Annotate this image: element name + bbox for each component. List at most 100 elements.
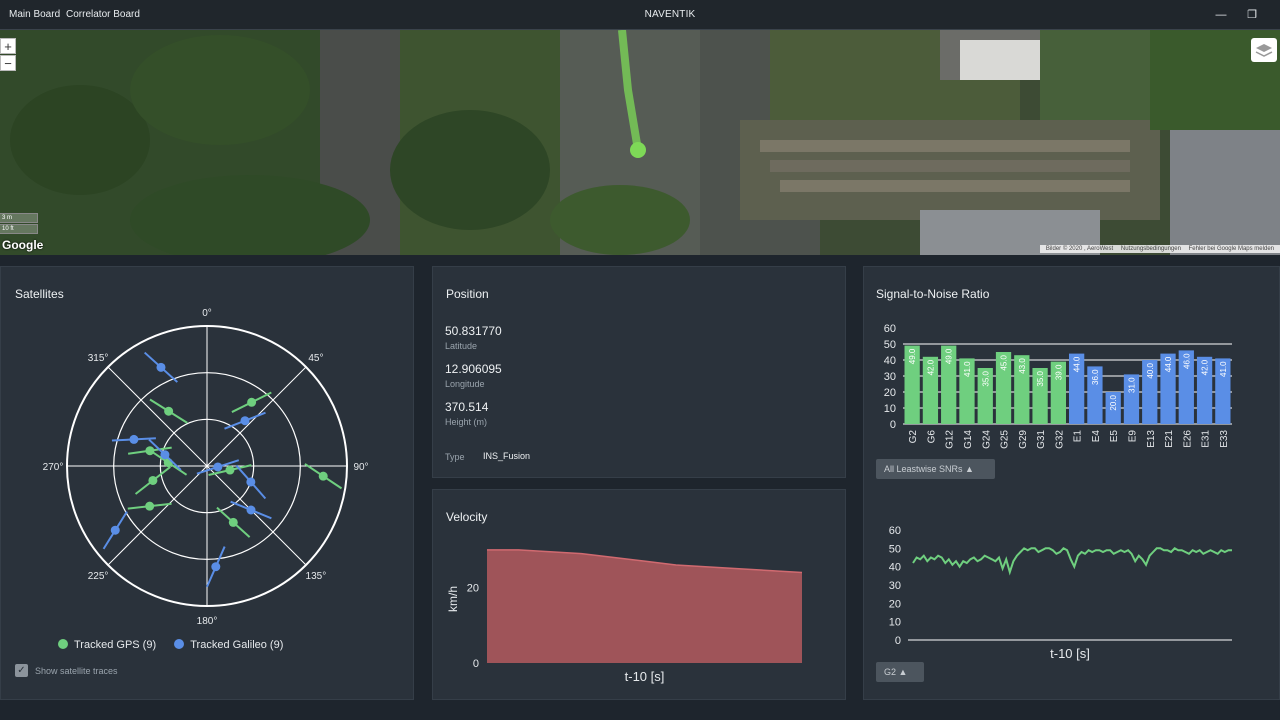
latitude-label: Latitude [445, 341, 478, 351]
snr-category-label: E31 [1201, 430, 1212, 448]
satellite-select-dropdown[interactable]: G2 ▲ [876, 662, 924, 682]
polar-angle-label: 270° [43, 462, 64, 473]
snr-bar-value-label: 20.0 [1109, 394, 1118, 410]
snr-category-label: G6 [926, 430, 937, 444]
velocity-ytick: 20 [467, 583, 479, 595]
polar-chart: 0° 45° 90° 135° 180° 225° 270° 315° [43, 308, 369, 627]
caret-up-icon: ▲ [965, 464, 974, 474]
attribution-terms-link[interactable]: Nutzungsbedingungen [1121, 246, 1181, 252]
galileo-legend-dot [174, 639, 185, 649]
snr-bar-value-label: 46.0 [1182, 353, 1191, 369]
snr-category-label: G2 [908, 430, 919, 444]
zoom-out-button[interactable]: − [0, 55, 16, 71]
snr-category-label: E5 [1109, 430, 1120, 443]
gps-satellite-point [145, 501, 155, 511]
map-view[interactable]: + − 3 m 10 ft Google Bilder © 2020 , Aer… [0, 30, 1280, 255]
attribution-report-link[interactable]: Fehler bei Google Maps melden [1189, 246, 1274, 252]
snr-bar-value-label: 35.0 [1036, 370, 1045, 386]
snr-line-xlabel: t-10 [s] [1050, 646, 1090, 661]
galileo-satellite-point [156, 362, 166, 372]
velocity-ylabel: km/h [446, 586, 460, 612]
galileo-satellite-point [129, 434, 139, 444]
snr-ytick: 60 [884, 323, 896, 335]
snr-bar-value-label: 44.0 [1164, 356, 1173, 372]
snr-category-label: G29 [1018, 430, 1029, 449]
snr-ytick: 50 [884, 339, 896, 351]
galileo-satellite-point [110, 525, 120, 535]
gps-satellite-point [163, 458, 173, 468]
snr-category-label: E1 [1073, 430, 1084, 443]
layers-icon[interactable] [1251, 38, 1277, 62]
snr-category-label: G24 [981, 430, 992, 449]
polar-angle-label: 90° [353, 462, 368, 473]
show-traces-label: Show satellite traces [35, 666, 118, 676]
snr-line-ytick: 60 [889, 525, 901, 537]
longitude-label: Longitude [445, 379, 485, 389]
snr-category-label: E21 [1164, 430, 1175, 448]
polar-angle-label: 180° [197, 616, 218, 627]
snr-bar-value-label: 42.0 [926, 359, 935, 375]
snr-bar-value-label: 40.0 [1146, 362, 1155, 378]
snr-category-label: E13 [1146, 430, 1157, 448]
gps-satellite-point [148, 475, 158, 485]
app-title: NAVENTIK [644, 9, 696, 20]
polar-angle-label: 225° [88, 571, 109, 582]
snr-ytick: 40 [884, 355, 896, 367]
scale-feet: 10 ft [0, 224, 38, 234]
polar-angle-label: 315° [88, 353, 109, 364]
position-panel: Position 50.831770 Latitude 12.906095 Lo… [432, 266, 846, 478]
gps-satellite-point [164, 406, 174, 416]
snr-bar-value-label: 31.0 [1127, 377, 1136, 393]
galileo-satellite-point [246, 477, 256, 487]
snr-filter-dropdown[interactable]: All Leastwise SNRs ▲ [876, 459, 995, 479]
snr-bar-value-label: 41.0 [1219, 361, 1228, 377]
snr-bar-value-label: 44.0 [1073, 356, 1082, 372]
gps-satellite-point [318, 471, 328, 481]
snr-ytick: 10 [884, 403, 896, 415]
show-traces-checkbox[interactable]: ✓ [15, 664, 28, 677]
galileo-satellite-point [211, 562, 221, 572]
longitude-value: 12.906095 [445, 362, 502, 376]
snr-category-label: E4 [1091, 430, 1102, 443]
caret-up-icon: ▲ [898, 667, 908, 677]
snr-bar-value-label: 43.0 [1018, 358, 1027, 374]
current-position-marker [630, 142, 646, 158]
title-bar: Main Board Correlator Board NAVENTIK — ❐ [0, 0, 1280, 30]
snr-line-ytick: 30 [889, 580, 901, 592]
minimize-icon[interactable]: — [1214, 8, 1228, 22]
position-title: Position [446, 287, 489, 301]
snr-category-label: E33 [1219, 430, 1230, 448]
height-label: Height (m) [445, 417, 488, 427]
snr-bar-value-label: 49.0 [908, 348, 917, 364]
restore-icon[interactable]: ❐ [1245, 8, 1259, 22]
snr-bar-value-label: 39.0 [1054, 364, 1063, 380]
snr-ytick: 20 [884, 387, 896, 399]
snr-bar-value-label: 45.0 [1000, 354, 1009, 370]
galileo-satellite-point [246, 505, 256, 515]
snr-line [912, 547, 1232, 576]
zoom-in-button[interactable]: + [0, 38, 16, 54]
type-label: Type [445, 452, 465, 462]
velocity-xlabel: t-10 [s] [625, 669, 665, 684]
snr-bar-chart: 0 10 20 30 40 50 60 49.0 G2 42.0 G6 49.0 G12 41.0 G14 3… [884, 323, 1232, 449]
galileo-legend-label[interactable]: Tracked Galileo (9) [190, 639, 283, 651]
satellite-imagery [0, 30, 1280, 255]
snr-line-ytick: 10 [889, 617, 901, 629]
polar-angle-label: 0° [202, 308, 212, 319]
attribution-imagery: Bilder © 2020 , AeroWest [1045, 246, 1114, 252]
velocity-ytick: 0 [473, 658, 479, 670]
polar-angle-label: 135° [306, 571, 327, 582]
snr-line-chart: 0 10 20 30 40 50 60 t-10 [s] [889, 525, 1232, 661]
satellite-select-label: G2 [884, 667, 897, 677]
gps-legend-dot [58, 639, 68, 649]
gps-legend-label[interactable]: Tracked GPS (9) [74, 639, 156, 651]
snr-line-ytick: 0 [895, 635, 901, 647]
snr-line-ytick: 40 [889, 562, 901, 574]
gps-satellite-point [228, 517, 238, 527]
gps-satellite-point [225, 465, 235, 475]
snr-category-label: G14 [963, 430, 974, 449]
map-attribution: Bilder © 2020 , AeroWest Nutzungsbedingu… [1039, 245, 1280, 253]
snr-line-ytick: 50 [889, 543, 901, 555]
snr-filter-label: All Leastwise SNRs [884, 464, 963, 474]
galileo-satellite-point [240, 416, 250, 426]
